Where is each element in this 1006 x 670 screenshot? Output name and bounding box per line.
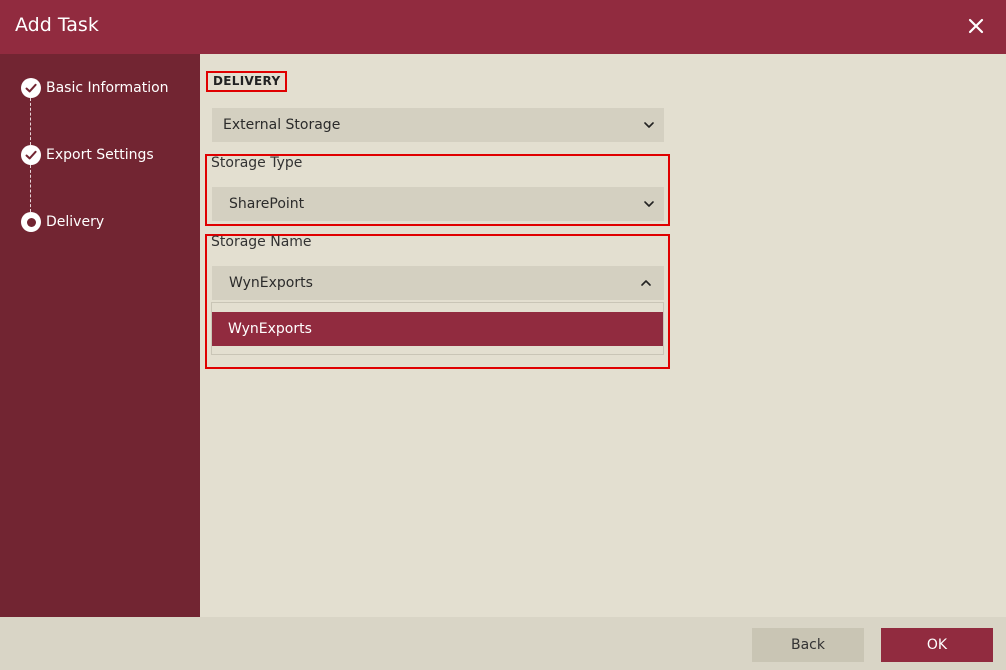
step-connector — [30, 165, 31, 212]
step-label: Basic Information — [46, 80, 169, 96]
storage-type-select[interactable]: SharePoint — [212, 187, 664, 221]
check-icon — [21, 78, 41, 98]
storage-name-dropdown: WynExports — [211, 302, 664, 355]
storage-name-select[interactable]: WynExports — [212, 266, 664, 300]
storage-name-label: Storage Name — [211, 234, 312, 250]
step-sidebar: Basic Information Export Settings Delive… — [0, 54, 200, 617]
step-basic-information[interactable]: Basic Information — [21, 78, 169, 98]
dialog-footer: Back OK — [0, 617, 1006, 670]
close-icon — [968, 18, 984, 34]
step-export-settings[interactable]: Export Settings — [21, 145, 154, 165]
check-icon — [21, 145, 41, 165]
step-connector — [30, 98, 31, 145]
section-title: DELIVERY — [206, 71, 288, 92]
back-button[interactable]: Back — [752, 628, 864, 662]
chevron-down-icon — [644, 122, 654, 128]
step-label: Export Settings — [46, 147, 154, 163]
storage-type-label: Storage Type — [211, 155, 303, 171]
dropdown-option-wynexports[interactable]: WynExports — [212, 312, 663, 346]
chevron-down-icon — [644, 201, 654, 207]
delivery-type-select[interactable]: External Storage — [212, 108, 664, 142]
select-value: SharePoint — [229, 196, 305, 212]
close-button[interactable] — [964, 14, 988, 38]
delivery-panel: DELIVERY External Storage Storage Type S… — [200, 54, 1006, 617]
select-value: External Storage — [223, 117, 341, 133]
step-delivery[interactable]: Delivery — [21, 212, 104, 232]
select-value: WynExports — [229, 275, 313, 291]
dialog-header: Add Task — [0, 0, 1006, 54]
step-label: Delivery — [46, 214, 105, 230]
ok-button[interactable]: OK — [881, 628, 993, 662]
dialog-title: Add Task — [15, 14, 99, 36]
radio-dot-icon — [21, 212, 41, 232]
chevron-up-icon — [641, 280, 651, 286]
